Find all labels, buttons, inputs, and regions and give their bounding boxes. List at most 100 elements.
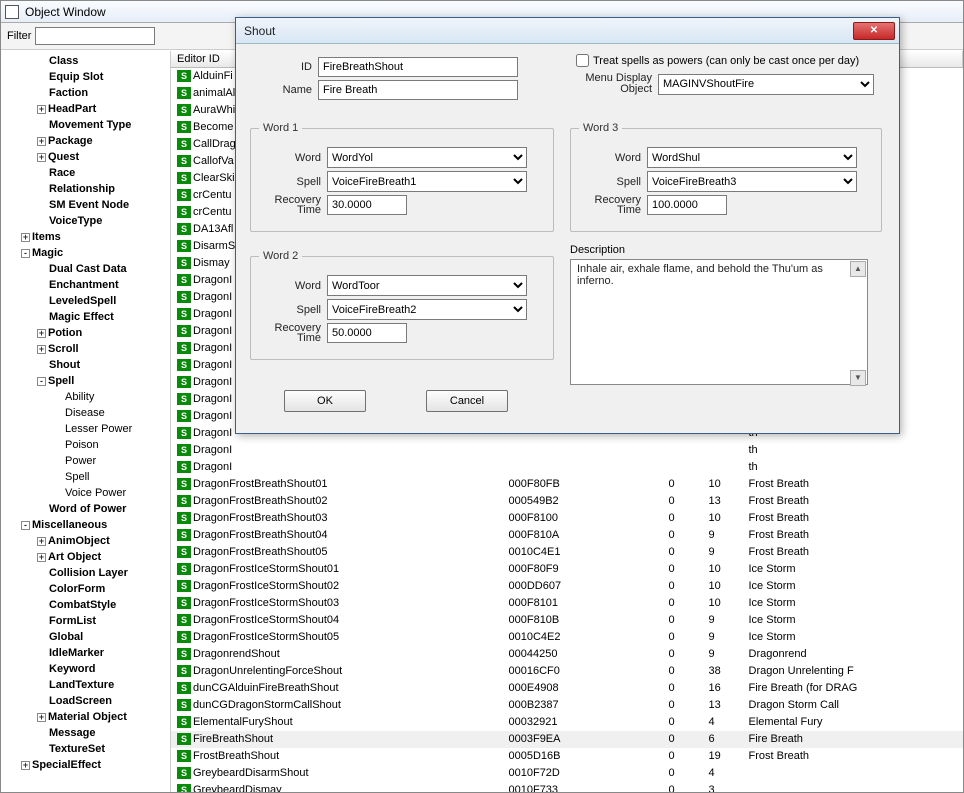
table-row[interactable]: SDragonUnrelentingForceShout00016CF0038D… [171, 663, 963, 680]
table-row[interactable]: SDragonFrostBreathShout02000549B2013Fros… [171, 493, 963, 510]
tree-item[interactable]: VoiceType [1, 213, 170, 229]
table-row[interactable]: SDragonFrostIceStormShout01000F80F9010Ic… [171, 561, 963, 578]
tree-item[interactable]: +Material Object [1, 709, 170, 725]
tree-item[interactable]: +SpecialEffect [1, 757, 170, 773]
table-row[interactable]: SdunCGDragonStormCallShout000B2387013Dra… [171, 697, 963, 714]
tree-item[interactable]: Disease [1, 405, 170, 421]
filter-input[interactable] [35, 27, 155, 45]
scroll-up-icon[interactable]: ▲ [850, 261, 866, 277]
table-row[interactable]: SDragonrendShout0004425009Dragonrend [171, 646, 963, 663]
collapse-icon[interactable]: - [21, 521, 30, 530]
word1-spell-select[interactable]: VoiceFireBreath1 [327, 171, 527, 192]
expand-icon[interactable]: + [37, 137, 46, 146]
tree-item[interactable]: Movement Type [1, 117, 170, 133]
table-row[interactable]: SDragonFrostIceStormShout03000F8101010Ic… [171, 595, 963, 612]
tree-item[interactable]: SM Event Node [1, 197, 170, 213]
table-row[interactable]: SDragonIth [171, 442, 963, 459]
tree-item[interactable]: LandTexture [1, 677, 170, 693]
table-row[interactable]: SDragonIth [171, 459, 963, 476]
tree-item[interactable]: +HeadPart [1, 101, 170, 117]
word2-word-select[interactable]: WordToor [327, 275, 527, 296]
id-input[interactable] [318, 57, 518, 77]
tree-item[interactable]: +Potion [1, 325, 170, 341]
word1-word-select[interactable]: WordYol [327, 147, 527, 168]
tree-item[interactable]: -Magic [1, 245, 170, 261]
tree-item[interactable]: +Package [1, 133, 170, 149]
tree-item[interactable]: -Miscellaneous [1, 517, 170, 533]
tree-item[interactable]: ColorForm [1, 581, 170, 597]
close-button[interactable]: ✕ [853, 22, 895, 40]
table-row[interactable]: SDragonFrostIceStormShout050010C4E209Ice… [171, 629, 963, 646]
expand-icon[interactable]: + [21, 233, 30, 242]
tree-item[interactable]: LeveledSpell [1, 293, 170, 309]
table-row[interactable]: SGreybeardDismay0010F73303 [171, 782, 963, 793]
tree-item[interactable]: Power [1, 453, 170, 469]
tree-item[interactable]: TextureSet [1, 741, 170, 757]
expand-icon[interactable]: + [37, 153, 46, 162]
tree-item[interactable]: Enchantment [1, 277, 170, 293]
table-row[interactable]: SFireBreathShout0003F9EA06Fire Breath [171, 731, 963, 748]
tree-item[interactable]: Poison [1, 437, 170, 453]
tree-item[interactable]: Voice Power [1, 485, 170, 501]
tree-item[interactable]: LoadScreen [1, 693, 170, 709]
tree-item[interactable]: -Spell [1, 373, 170, 389]
tree-item[interactable]: Dual Cast Data [1, 261, 170, 277]
tree-item[interactable]: +Items [1, 229, 170, 245]
expand-icon[interactable]: + [37, 713, 46, 722]
menu-obj-select[interactable]: MAGINVShoutFire [658, 74, 874, 95]
tree-item[interactable]: IdleMarker [1, 645, 170, 661]
word1-rec-input[interactable] [327, 195, 407, 215]
tree-item[interactable]: Faction [1, 85, 170, 101]
description-scrollbar[interactable]: ▲ ▼ [850, 261, 866, 386]
dialog-titlebar[interactable]: Shout ✕ [236, 18, 899, 44]
tree-item[interactable]: Global [1, 629, 170, 645]
word2-spell-select[interactable]: VoiceFireBreath2 [327, 299, 527, 320]
expand-icon[interactable]: + [37, 537, 46, 546]
cancel-button[interactable]: Cancel [426, 390, 508, 412]
table-row[interactable]: SDragonFrostBreathShout01000F80FB010Fros… [171, 476, 963, 493]
tree-item[interactable]: +Art Object [1, 549, 170, 565]
table-row[interactable]: SDragonFrostBreathShout03000F8100010Fros… [171, 510, 963, 527]
scroll-down-icon[interactable]: ▼ [850, 370, 866, 386]
tree-item[interactable]: Message [1, 725, 170, 741]
name-input[interactable] [318, 80, 518, 100]
tree-item[interactable]: Equip Slot [1, 69, 170, 85]
tree-item[interactable]: Magic Effect [1, 309, 170, 325]
tree-item[interactable]: FormList [1, 613, 170, 629]
tree-item[interactable]: Lesser Power [1, 421, 170, 437]
tree-item[interactable]: +Scroll [1, 341, 170, 357]
tree-item[interactable]: +AnimObject [1, 533, 170, 549]
word3-word-select[interactable]: WordShul [647, 147, 857, 168]
word3-spell-select[interactable]: VoiceFireBreath3 [647, 171, 857, 192]
collapse-icon[interactable]: - [21, 249, 30, 258]
expand-icon[interactable]: + [37, 105, 46, 114]
table-row[interactable]: SFrostBreathShout0005D16B019Frost Breath [171, 748, 963, 765]
table-row[interactable]: SDragonFrostBreathShout050010C4E109Frost… [171, 544, 963, 561]
ok-button[interactable]: OK [284, 390, 366, 412]
tree-item[interactable]: Word of Power [1, 501, 170, 517]
tree-item[interactable]: CombatStyle [1, 597, 170, 613]
tree-item[interactable]: Collision Layer [1, 565, 170, 581]
expand-icon[interactable]: + [37, 345, 46, 354]
expand-icon[interactable]: + [37, 553, 46, 562]
table-row[interactable]: SGreybeardDisarmShout0010F72D04 [171, 765, 963, 782]
collapse-icon[interactable]: - [37, 377, 46, 386]
tree-item[interactable]: Class [1, 53, 170, 69]
tree-item[interactable]: Race [1, 165, 170, 181]
word3-rec-input[interactable] [647, 195, 727, 215]
tree-item[interactable]: Keyword [1, 661, 170, 677]
tree-pane[interactable]: ClassEquip SlotFaction+HeadPartMovement … [1, 51, 171, 792]
tree-item[interactable]: +Quest [1, 149, 170, 165]
treat-as-powers-checkbox[interactable] [576, 54, 589, 67]
table-row[interactable]: SElementalFuryShout0003292104Elemental F… [171, 714, 963, 731]
expand-icon[interactable]: + [37, 329, 46, 338]
table-row[interactable]: SDragonFrostIceStormShout04000F810B09Ice… [171, 612, 963, 629]
tree-item[interactable]: Spell [1, 469, 170, 485]
table-row[interactable]: SdunCGAlduinFireBreathShout000E4908016Fi… [171, 680, 963, 697]
tree-item[interactable]: Relationship [1, 181, 170, 197]
word2-rec-input[interactable] [327, 323, 407, 343]
table-row[interactable]: SDragonFrostIceStormShout02000DD607010Ic… [171, 578, 963, 595]
description-textarea[interactable] [570, 259, 868, 385]
expand-icon[interactable]: + [21, 761, 30, 770]
tree-item[interactable]: Ability [1, 389, 170, 405]
